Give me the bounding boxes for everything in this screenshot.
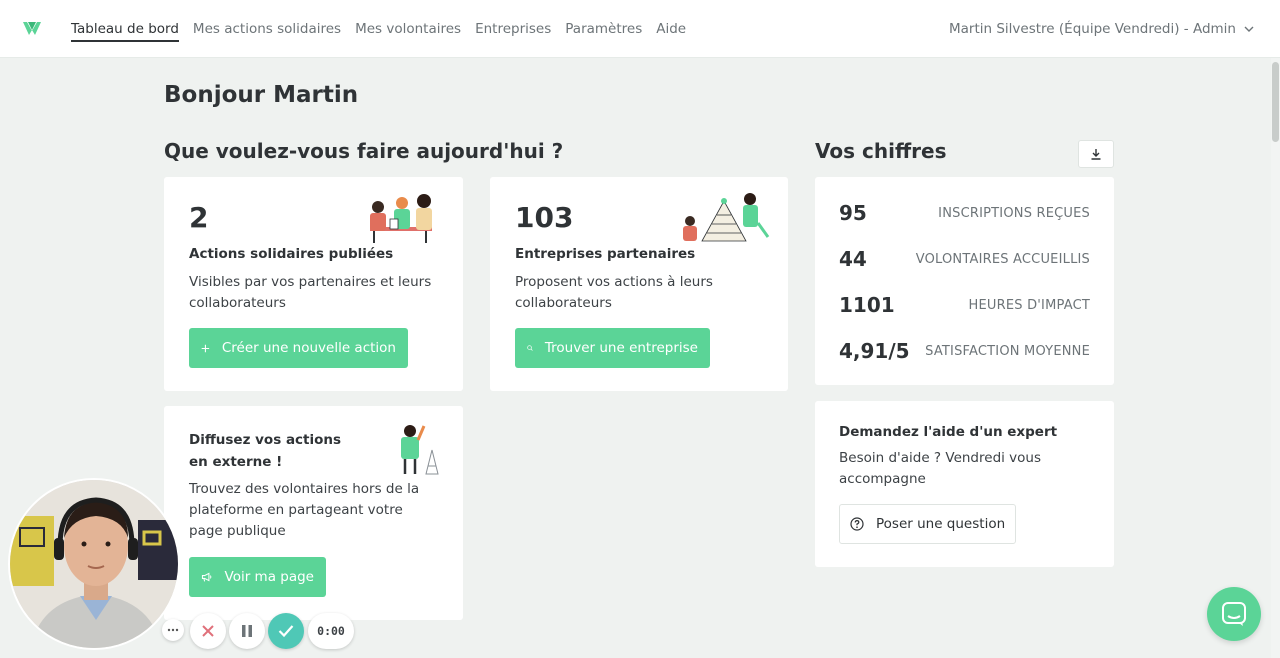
partner-companies-title: Entreprises partenaires — [515, 246, 696, 262]
stat-value-satisfaction: 4,91/5 — [839, 339, 910, 363]
chevron-down-icon — [1244, 26, 1254, 32]
find-company-button[interactable]: Trouver une entreprise — [515, 328, 710, 368]
stat-label-registrations: INSCRIPTIONS REÇUES — [938, 205, 1090, 221]
stat-label-satisfaction: SATISFACTION MOYENNE — [925, 343, 1090, 359]
stats-card: 95 INSCRIPTIONS REÇUES 44 VOLONTAIRES AC… — [815, 177, 1114, 385]
main-nav: Tableau de bord Mes actions solidaires M… — [71, 0, 700, 58]
nav-item-companies[interactable]: Entreprises — [475, 0, 551, 58]
question-circle-icon — [850, 517, 864, 531]
stat-row-volunteers: 44 VOLONTAIRES ACCUEILLIS — [839, 244, 1090, 274]
stat-value-volunteers: 44 — [839, 247, 867, 271]
volunteers-illustration — [370, 194, 432, 243]
partner-companies-text-1: Proposent vos actions à leurs — [515, 274, 713, 290]
vendredi-logo-icon[interactable] — [22, 20, 42, 38]
recorder-more-button[interactable] — [162, 619, 184, 641]
stats-section-title: Vos chiffres — [815, 139, 947, 163]
stat-row-satisfaction: 4,91/5 SATISFACTION MOYENNE — [839, 336, 1090, 366]
recorder-timer: 0:00 — [308, 613, 354, 649]
expert-help-card: Demandez l'aide d'un expert Besoin d'aid… — [815, 401, 1114, 567]
actions-section-title: Que voulez-vous faire aujourd'hui ? — [164, 139, 564, 163]
create-action-label: Créer une nouvelle action — [221, 340, 396, 356]
published-actions-card: 2 Actions solidaires publiées Visibles p… — [164, 177, 463, 391]
check-icon — [278, 625, 294, 638]
ask-question-label: Poser une question — [876, 516, 1006, 532]
user-name: Martin Silvestre (Équipe Vendredi) - Adm… — [949, 21, 1236, 37]
megaphone-icon — [201, 572, 212, 582]
stat-row-registrations: 95 INSCRIPTIONS REÇUES — [839, 198, 1090, 228]
user-menu[interactable]: Martin Silvestre (Équipe Vendredi) - Adm… — [949, 0, 1254, 58]
expert-help-text-2: accompagne — [839, 471, 926, 487]
share-text-2: plateforme en partageant votre — [189, 502, 403, 518]
stat-label-volunteers: VOLONTAIRES ACCUEILLIS — [915, 251, 1090, 267]
nav-item-settings[interactable]: Paramètres — [565, 0, 642, 58]
published-actions-title: Actions solidaires publiées — [189, 246, 394, 262]
view-my-page-label: Voir ma page — [224, 569, 314, 585]
expert-help-text-1: Besoin d'aide ? Vendredi vous — [839, 450, 1042, 466]
share-text-1: Trouvez des volontaires hors de la — [189, 481, 420, 497]
stat-value-registrations: 95 — [839, 201, 867, 225]
partner-companies-card: 103 Entreprises partenaires Proposent vo… — [490, 177, 788, 391]
download-stats-button[interactable] — [1078, 140, 1114, 168]
share-externally-card: Diffusez vos actions en externe ! Trouve… — [164, 406, 463, 620]
recorder-finish-button[interactable] — [268, 613, 304, 649]
nav-item-help[interactable]: Aide — [656, 0, 686, 58]
nav-item-my-volunteers[interactable]: Mes volontaires — [355, 0, 461, 58]
published-actions-count: 2 — [189, 201, 209, 234]
webcam-preview — [8, 478, 180, 650]
top-navigation-bar: Tableau de bord Mes actions solidaires M… — [0, 0, 1280, 58]
team-pyramid-illustration — [683, 193, 770, 242]
recorder-cancel-button[interactable] — [190, 613, 226, 649]
published-actions-text-2: collaborateurs — [189, 295, 286, 311]
pause-icon — [242, 625, 252, 637]
share-title-line-1: Diffusez vos actions — [189, 432, 342, 448]
page-title: Bonjour Martin — [164, 82, 359, 108]
webcam-person-image — [10, 480, 178, 648]
plus-icon — [201, 344, 210, 352]
support-chat-button[interactable] — [1207, 587, 1261, 641]
close-icon — [202, 625, 214, 637]
stat-label-hours: HEURES D'IMPACT — [968, 297, 1090, 313]
scrollbar-track[interactable] — [1271, 58, 1280, 658]
download-icon — [1091, 149, 1101, 160]
ask-question-button[interactable]: Poser une question — [839, 504, 1017, 544]
expert-help-title: Demandez l'aide d'un expert — [839, 424, 1058, 440]
partner-companies-text-2: collaborateurs — [515, 295, 612, 311]
chat-icon — [1222, 602, 1246, 626]
recorder-pause-button[interactable] — [229, 613, 265, 649]
search-icon — [527, 345, 533, 351]
more-dots-icon — [167, 628, 179, 632]
scrollbar-thumb[interactable] — [1272, 62, 1279, 142]
share-text-3: page publique — [189, 523, 286, 539]
partner-companies-count: 103 — [515, 201, 574, 234]
share-title-line-2: en externe ! — [189, 454, 283, 470]
nav-item-my-actions[interactable]: Mes actions solidaires — [193, 0, 341, 58]
nav-item-dashboard[interactable]: Tableau de bord — [71, 0, 179, 58]
create-action-button[interactable]: Créer une nouvelle action — [189, 328, 408, 368]
stat-row-hours: 1101 HEURES D'IMPACT — [839, 290, 1090, 320]
find-company-label: Trouver une entreprise — [544, 340, 698, 356]
megaphone-person-illustration — [401, 425, 439, 475]
published-actions-text-1: Visibles par vos partenaires et leurs — [189, 274, 432, 290]
stat-value-hours: 1101 — [839, 293, 895, 317]
view-my-page-button[interactable]: Voir ma page — [189, 557, 326, 597]
